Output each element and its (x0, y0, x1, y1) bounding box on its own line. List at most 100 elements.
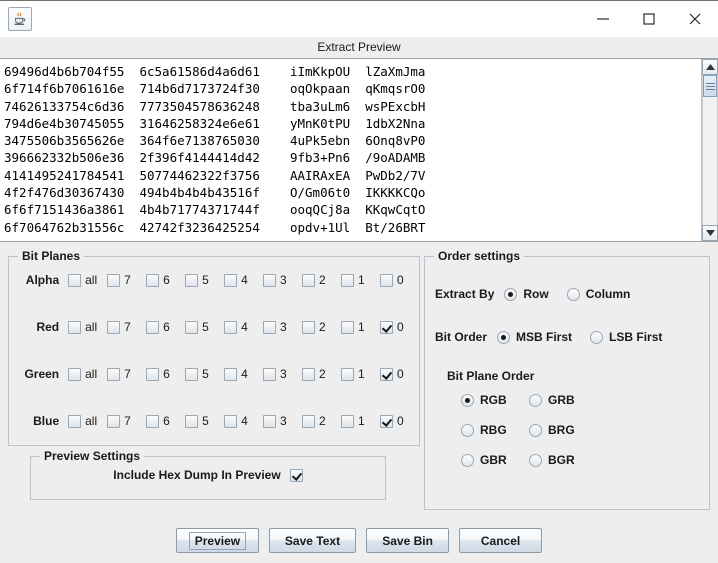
checkbox-alpha-6[interactable]: 6 (146, 273, 185, 287)
checkbox-alpha-2[interactable]: 2 (302, 273, 341, 287)
checkbox-alpha-0[interactable]: 0 (380, 273, 419, 287)
radio-bit-order-msb-first[interactable]: MSB First (497, 330, 572, 344)
checkbox-green-6[interactable]: 6 (146, 367, 185, 381)
checkbox-blue-1[interactable]: 1 (341, 414, 380, 428)
checkbox-unchecked-icon[interactable] (302, 273, 316, 287)
radio-indicator-icon[interactable] (529, 453, 542, 467)
checkbox-unchecked-icon[interactable] (341, 367, 355, 381)
checkbox-red-1[interactable]: 1 (341, 320, 380, 334)
radio-extract-by-row[interactable]: Row (504, 287, 549, 301)
scrollbar-track[interactable] (702, 75, 718, 225)
checkbox-red-2[interactable]: 2 (302, 320, 341, 334)
radio-bit-plane-order-rgb[interactable]: RGB (461, 393, 529, 407)
radio-indicator-icon[interactable] (461, 423, 474, 437)
checkbox-unchecked-icon[interactable] (146, 367, 160, 381)
radio-selected-icon[interactable] (461, 393, 474, 407)
checkbox-red-5[interactable]: 5 (185, 320, 224, 334)
checkbox-unchecked-icon[interactable] (302, 367, 316, 381)
checkbox-unchecked-icon[interactable] (302, 320, 316, 334)
checkbox-red-7[interactable]: 7 (107, 320, 146, 334)
checkbox-blue-0[interactable]: 0 (380, 414, 419, 428)
checkbox-unchecked-icon[interactable] (224, 414, 238, 428)
checkbox-alpha-1[interactable]: 1 (341, 273, 380, 287)
checkbox-unchecked-icon[interactable] (341, 414, 355, 428)
radio-indicator-icon[interactable] (566, 287, 580, 301)
preview-vertical-scrollbar[interactable] (701, 59, 718, 241)
checkbox-unchecked-icon[interactable] (107, 273, 121, 287)
checkbox-red-6[interactable]: 6 (146, 320, 185, 334)
checkbox-unchecked-icon[interactable] (185, 273, 199, 287)
radio-bit-plane-order-bgr[interactable]: BGR (529, 453, 597, 467)
checkbox-blue-7[interactable]: 7 (107, 414, 146, 428)
checkbox-alpha-4[interactable]: 4 (224, 273, 263, 287)
save-bin-button[interactable]: Save Bin (366, 528, 450, 553)
scrollbar-thumb[interactable] (703, 75, 717, 97)
checkbox-unchecked-icon[interactable] (224, 367, 238, 381)
radio-indicator-icon[interactable] (529, 393, 542, 407)
checkbox-red-4[interactable]: 4 (224, 320, 263, 334)
include-hex-dump-checkbox[interactable] (289, 468, 303, 482)
checkbox-unchecked-icon[interactable] (263, 414, 277, 428)
checkbox-unchecked-icon[interactable] (341, 320, 355, 334)
checkbox-unchecked-icon[interactable] (263, 273, 277, 287)
checkbox-alpha-3[interactable]: 3 (263, 273, 302, 287)
checkbox-unchecked-icon[interactable] (380, 273, 393, 287)
minimize-icon[interactable] (580, 1, 626, 37)
save-text-button[interactable]: Save Text (268, 528, 357, 553)
maximize-icon[interactable] (626, 1, 672, 37)
checkbox-unchecked-icon[interactable] (185, 414, 199, 428)
checkbox-blue-5[interactable]: 5 (185, 414, 224, 428)
checkbox-blue-all[interactable]: all (68, 414, 107, 428)
checkbox-blue-4[interactable]: 4 (224, 414, 263, 428)
checkbox-unchecked-icon[interactable] (224, 273, 238, 287)
radio-indicator-icon[interactable] (504, 287, 518, 301)
checkbox-red-all[interactable]: all (68, 320, 107, 334)
checkbox-checked-icon[interactable] (380, 320, 393, 334)
checkbox-unchecked-icon[interactable] (107, 414, 121, 428)
radio-bit-plane-order-grb[interactable]: GRB (529, 393, 597, 407)
checkbox-red-3[interactable]: 3 (263, 320, 302, 334)
extract-preview-textarea[interactable]: 69496d4b6b704f55 6c5a61586d4a6d61 iImKkp… (0, 58, 718, 242)
checkbox-unchecked-icon[interactable] (185, 320, 199, 334)
checkbox-alpha-all[interactable]: all (68, 273, 107, 287)
checkbox-unchecked-icon[interactable] (146, 414, 160, 428)
checkbox-green-5[interactable]: 5 (185, 367, 224, 381)
checkbox-blue-6[interactable]: 6 (146, 414, 185, 428)
radio-indicator-icon[interactable] (529, 423, 542, 437)
cancel-button[interactable]: Cancel (459, 528, 543, 553)
checkbox-green-all[interactable]: all (68, 367, 107, 381)
checkbox-unchecked-icon[interactable] (107, 320, 121, 334)
checkbox-green-4[interactable]: 4 (224, 367, 263, 381)
radio-indicator-icon[interactable] (590, 330, 604, 344)
hex-dump-text[interactable]: 69496d4b6b704f55 6c5a61586d4a6d61 iImKkp… (0, 59, 701, 241)
checkbox-unchecked-icon[interactable] (263, 320, 277, 334)
checkbox-unchecked-icon[interactable] (263, 367, 277, 381)
checkbox-alpha-5[interactable]: 5 (185, 273, 224, 287)
checkbox-red-0[interactable]: 0 (380, 320, 419, 334)
checkbox-green-1[interactable]: 1 (341, 367, 380, 381)
checkbox-unchecked-icon[interactable] (146, 273, 160, 287)
radio-bit-order-lsb-first[interactable]: LSB First (590, 330, 662, 344)
radio-indicator-icon[interactable] (461, 453, 474, 467)
scroll-down-icon[interactable] (702, 225, 718, 241)
checkbox-green-3[interactable]: 3 (263, 367, 302, 381)
checkbox-unchecked-icon[interactable] (185, 367, 199, 381)
radio-bit-plane-order-brg[interactable]: BRG (529, 423, 597, 437)
checkbox-green-7[interactable]: 7 (107, 367, 146, 381)
checkbox-unchecked-icon[interactable] (224, 320, 238, 334)
checkbox-green-2[interactable]: 2 (302, 367, 341, 381)
checkbox-unchecked-icon[interactable] (341, 273, 355, 287)
checkbox-unchecked-icon[interactable] (146, 320, 160, 334)
checkbox-unchecked-icon[interactable] (302, 414, 316, 428)
checkbox-unchecked-icon[interactable] (68, 367, 82, 381)
checkbox-unchecked-icon[interactable] (68, 414, 82, 428)
checkbox-blue-2[interactable]: 2 (302, 414, 341, 428)
checkbox-unchecked-icon[interactable] (68, 320, 82, 334)
preview-button[interactable]: Preview (175, 528, 259, 553)
checkbox-green-0[interactable]: 0 (380, 367, 419, 381)
checkbox-alpha-7[interactable]: 7 (107, 273, 146, 287)
radio-extract-by-column[interactable]: Column (566, 287, 630, 301)
include-hex-dump-checkbox-row[interactable]: Include Hex Dump In Preview (31, 468, 385, 482)
checkbox-checked-icon[interactable] (380, 414, 393, 428)
checkbox-unchecked-icon[interactable] (107, 367, 121, 381)
